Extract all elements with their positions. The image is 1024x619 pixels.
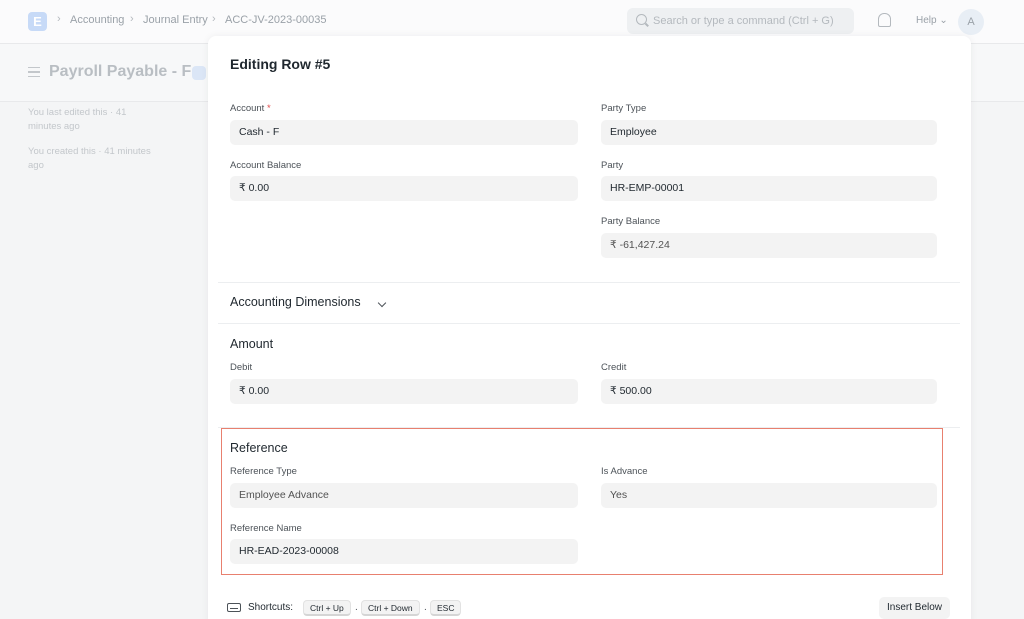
chevron-down-icon[interactable] bbox=[377, 298, 387, 308]
chevron-right-icon: › bbox=[57, 13, 61, 25]
breadcrumb-document[interactable]: ACC-JV-2023-00035 bbox=[225, 14, 327, 26]
required-mark: * bbox=[266, 103, 271, 114]
avatar[interactable]: A bbox=[958, 9, 984, 35]
party-balance-label: Party Balance bbox=[601, 216, 661, 227]
account-label-text: Account bbox=[230, 103, 265, 114]
shortcut-ctrl-down: Ctrl + Down bbox=[361, 600, 420, 616]
page-title: Payroll Payable - F bbox=[49, 63, 192, 80]
shortcut-ctrl-up: Ctrl + Up bbox=[303, 600, 351, 616]
shortcut-esc: ESC bbox=[430, 600, 462, 616]
section-divider bbox=[218, 323, 960, 324]
insert-below-button[interactable]: Insert Below bbox=[879, 597, 951, 619]
reference-section-title: Reference bbox=[230, 441, 288, 455]
created-note: You created this · 41 minutes ago bbox=[28, 146, 151, 171]
search-icon bbox=[636, 14, 647, 25]
chevron-right-icon: › bbox=[212, 13, 216, 25]
reference-type-field[interactable]: Employee Advance bbox=[230, 483, 578, 508]
modal-title: Editing Row #5 bbox=[230, 56, 331, 72]
bell-icon[interactable] bbox=[878, 13, 891, 27]
help-menu[interactable]: Help ⌄ bbox=[916, 15, 948, 26]
account-balance-field: ₹ 0.00 bbox=[230, 176, 578, 201]
reference-name-label: Reference Name bbox=[230, 523, 302, 534]
party-field[interactable]: HR-EMP-00001 bbox=[601, 176, 937, 201]
breadcrumb-journal-entry[interactable]: Journal Entry bbox=[143, 14, 208, 26]
hamburger-icon[interactable] bbox=[28, 67, 40, 77]
party-type-label: Party Type bbox=[601, 103, 647, 114]
accounting-dimensions-toggle[interactable]: Accounting Dimensions bbox=[230, 295, 361, 309]
keyboard-icon bbox=[227, 603, 241, 612]
party-balance-field: ₹ -61,427.24 bbox=[601, 233, 937, 258]
party-label: Party bbox=[601, 160, 624, 171]
reference-name-field[interactable]: HR-EAD-2023-00008 bbox=[230, 539, 578, 564]
help-label: Help bbox=[916, 15, 937, 26]
breadcrumb-accounting[interactable]: Accounting bbox=[70, 14, 124, 26]
credit-field[interactable]: ₹ 500.00 bbox=[601, 379, 937, 404]
shortcut-separator: . bbox=[355, 602, 358, 613]
reference-type-label: Reference Type bbox=[230, 466, 297, 477]
is-advance-label: Is Advance bbox=[601, 466, 648, 477]
is-advance-field[interactable]: Yes bbox=[601, 483, 937, 508]
amount-section-title: Amount bbox=[230, 337, 274, 351]
chevron-right-icon: › bbox=[130, 13, 134, 25]
shortcuts-label: Shortcuts: bbox=[248, 602, 294, 613]
section-divider bbox=[218, 282, 960, 283]
account-balance-label: Account Balance bbox=[230, 160, 302, 171]
app-logo[interactable]: E bbox=[28, 12, 47, 31]
search-placeholder: Search or type a command (Ctrl + G) bbox=[653, 15, 834, 27]
last-edited-note: You last edited this · 41 minutes ago bbox=[28, 107, 127, 132]
account-label: Account * bbox=[230, 103, 271, 114]
credit-label: Credit bbox=[601, 362, 627, 373]
debit-field[interactable]: ₹ 0.00 bbox=[230, 379, 578, 404]
party-type-field[interactable]: Employee bbox=[601, 120, 937, 145]
edit-row-modal: Editing Row #5 Account * Cash - F Accoun… bbox=[208, 36, 971, 619]
search-input[interactable]: Search or type a command (Ctrl + G) bbox=[627, 8, 854, 34]
debit-label: Debit bbox=[230, 362, 253, 373]
account-field[interactable]: Cash - F bbox=[230, 120, 578, 145]
status-badge bbox=[192, 66, 206, 80]
shortcut-separator: . bbox=[424, 602, 427, 613]
